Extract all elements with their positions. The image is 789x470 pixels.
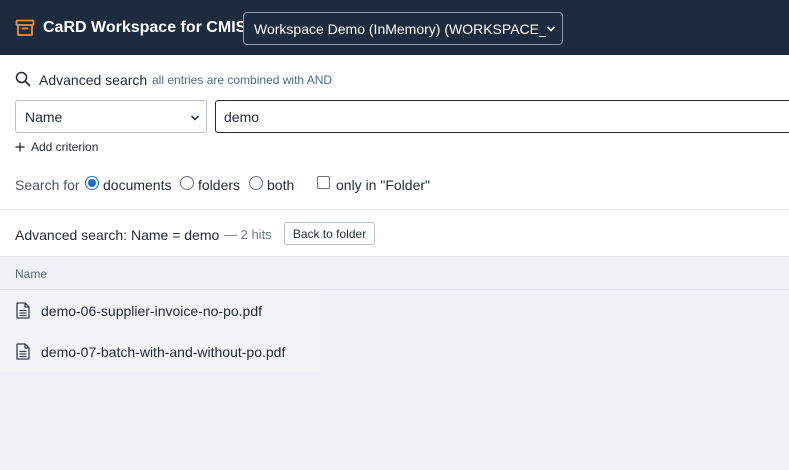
result-file-name[interactable]: demo-07-batch-with-and-without-po.pdf — [41, 344, 285, 360]
advanced-search-hint: all entries are combined with AND — [152, 73, 333, 87]
criterion-field-select[interactable]: Name — [15, 100, 207, 133]
workspace-select-value: Workspace Demo (InMemory) (WORKSPACE_DE — [254, 21, 546, 37]
chevron-down-icon — [190, 115, 200, 121]
back-to-folder-button[interactable]: Back to folder — [284, 222, 375, 245]
result-row[interactable]: demo-07-batch-with-and-without-po.pdf — [0, 331, 320, 372]
criterion-value-input[interactable] — [215, 100, 789, 133]
radio-documents[interactable] — [85, 176, 99, 190]
search-summary: Advanced search: Name = demo — [15, 227, 220, 243]
only-in-folder-checkbox[interactable] — [317, 176, 330, 189]
plus-icon — [15, 142, 25, 152]
add-criterion-button[interactable]: Add criterion — [15, 140, 98, 154]
app-header: CaRD Workspace for CMIS Workspace Demo (… — [0, 0, 789, 55]
radio-folders[interactable] — [180, 176, 194, 190]
result-row[interactable]: demo-06-supplier-invoice-no-po.pdf — [0, 290, 320, 331]
search-for-label: Search for — [15, 177, 80, 193]
document-icon — [16, 343, 30, 360]
advanced-search-title: Advanced search — [39, 72, 148, 88]
advanced-search-panel: Advanced search all entries are combined… — [0, 55, 789, 210]
add-criterion-label: Add criterion — [31, 140, 99, 154]
column-header-name[interactable]: Name — [15, 267, 47, 281]
results-list: demo-06-supplier-invoice-no-po.pdf demo-… — [0, 290, 789, 470]
radio-both-label[interactable]: both — [267, 177, 294, 193]
app-title: CaRD Workspace for CMIS — [43, 19, 247, 36]
only-in-folder-label[interactable]: only in "Folder" — [336, 177, 430, 193]
document-icon — [16, 302, 30, 319]
search-status-bar: Advanced search: Name = demo — 2 hits Ba… — [0, 210, 789, 257]
archive-box-icon — [15, 19, 35, 36]
chevron-down-icon — [546, 26, 556, 32]
radio-folders-label[interactable]: folders — [198, 177, 240, 193]
search-icon — [15, 71, 31, 87]
radio-both[interactable] — [249, 176, 263, 190]
radio-documents-label[interactable]: documents — [103, 177, 171, 193]
workspace-select[interactable]: Workspace Demo (InMemory) (WORKSPACE_DE — [243, 12, 563, 45]
criterion-field-value: Name — [25, 109, 63, 125]
result-file-name[interactable]: demo-06-supplier-invoice-no-po.pdf — [41, 303, 262, 319]
hit-count: — 2 hits — [224, 227, 272, 242]
results-table-header: Name — [0, 257, 789, 290]
